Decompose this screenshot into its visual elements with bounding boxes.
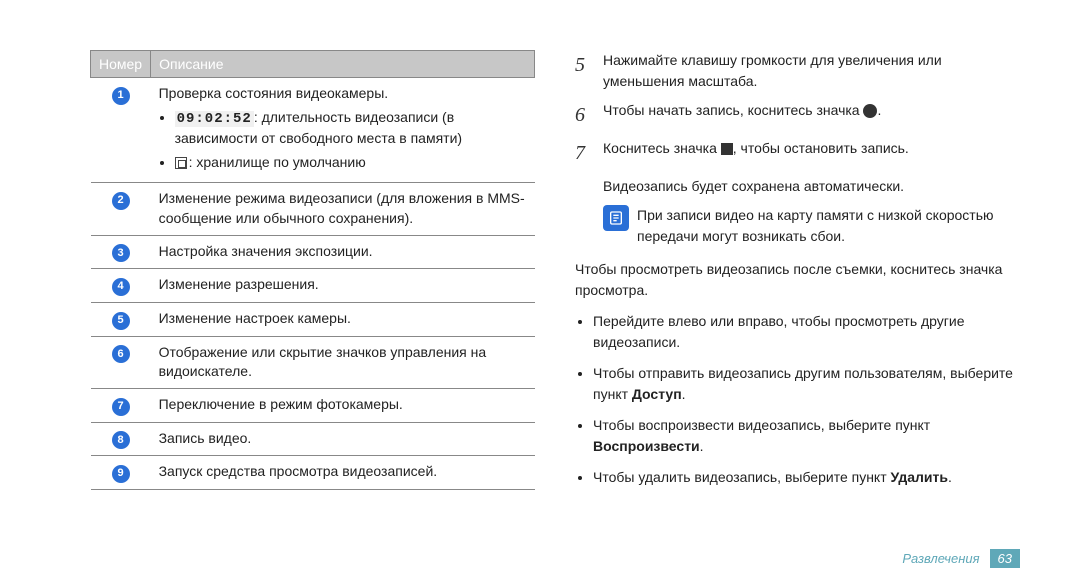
bullet3-bold: Воспроизвести [593,438,700,454]
step6-text-a: Чтобы начать запись, коснитесь значка [603,102,863,118]
bullet4-a: Чтобы удалить видеозапись, выберите пунк… [593,469,891,485]
bullet2-bold: Доступ [632,386,682,402]
row-desc-4: Изменение разрешения. [151,269,535,303]
record-icon [863,104,877,118]
number-badge-7: 7 [112,398,130,416]
number-badge-5: 5 [112,312,130,330]
step-number-6: 6 [575,100,593,130]
row-desc-2: Изменение режима видеозаписи (для вложен… [151,183,535,235]
table-header-number: Номер [91,51,151,78]
row-number-cell: 8 [91,422,151,456]
row-number-cell: 9 [91,456,151,490]
row-desc-5: Изменение настроек камеры. [151,302,535,336]
step-7: 7 Коснитесь значка , чтобы остановить за… [575,138,1020,168]
row-number-cell: 1 [91,78,151,183]
stop-icon [721,143,733,155]
page-content: Номер Описание 1 Проверка состояния виде… [0,0,1080,586]
step-6: 6 Чтобы начать запись, коснитесь значка … [575,100,1020,130]
page-footer: Развлечения 63 [902,549,1020,568]
step6-text-b: . [877,102,881,118]
bullet4-c: . [948,469,952,485]
step-7-text: Коснитесь значка , чтобы остановить запи… [603,138,1020,168]
row-desc-7: Переключение в режим фотокамеры. [151,388,535,422]
bullet3-c: . [700,438,704,454]
recording-time-icon: 09:02:52 [175,111,254,127]
step7-text-a: Коснитесь значка [603,140,721,156]
bullet3-a: Чтобы воспроизвести видеозапись, выберит… [593,417,930,433]
right-column: 5 Нажимайте клавишу громкости для увелич… [575,50,1020,556]
row-desc-1: Проверка состояния видеокамеры. 09:02:52… [151,78,535,183]
footer-page-number: 63 [990,549,1020,568]
row1-title: Проверка состояния видеокамеры. [159,84,527,104]
bullet4-bold: Удалить [891,469,948,485]
number-badge-1: 1 [112,87,130,105]
storage-icon [175,157,187,169]
footer-category: Развлечения [902,551,979,566]
row-desc-9: Запуск средства просмотра видеозаписей. [151,456,535,490]
row1-bullet-2: : хранилище по умолчанию [175,153,527,173]
after-note-text: Чтобы просмотреть видеозапись после съем… [575,259,1020,301]
step7-text-b: , чтобы остановить запись. [733,140,909,156]
row-number-cell: 5 [91,302,151,336]
bullets-list: Перейдите влево или вправо, чтобы просмо… [575,311,1020,488]
step-7-sub: Видеозапись будет сохранена автоматическ… [603,176,1020,197]
note-box: При записи видео на карту памяти с низко… [603,205,1020,247]
number-badge-3: 3 [112,244,130,262]
bullet-2: Чтобы отправить видеозапись другим польз… [593,363,1020,405]
row-number-cell: 7 [91,388,151,422]
note-icon [603,205,629,231]
row-number-cell: 3 [91,235,151,269]
row-number-cell: 2 [91,183,151,235]
row1-bullet2-text: : хранилище по умолчанию [189,154,366,170]
step-number-5: 5 [575,50,593,92]
row-desc-8: Запись видео. [151,422,535,456]
step-6-text: Чтобы начать запись, коснитесь значка . [603,100,1020,130]
table-header-description: Описание [151,51,535,78]
note-text: При записи видео на карту памяти с низко… [637,205,1020,247]
left-column: Номер Описание 1 Проверка состояния виде… [90,50,535,556]
bullet-3: Чтобы воспроизвести видеозапись, выберит… [593,415,1020,457]
step-number-7: 7 [575,138,593,168]
number-badge-2: 2 [112,192,130,210]
step-5: 5 Нажимайте клавишу громкости для увелич… [575,50,1020,92]
row1-bullet-1: 09:02:52: длительность видеозаписи (в за… [175,108,527,149]
row-number-cell: 6 [91,336,151,388]
bullet2-c: . [682,386,686,402]
step-5-text: Нажимайте клавишу громкости для увеличен… [603,50,1020,92]
row-desc-3: Настройка значения экспозиции. [151,235,535,269]
number-badge-9: 9 [112,465,130,483]
bullet-1: Перейдите влево или вправо, чтобы просмо… [593,311,1020,353]
number-badge-8: 8 [112,431,130,449]
row-desc-6: Отображение или скрытие значков управлен… [151,336,535,388]
number-badge-6: 6 [112,345,130,363]
number-badge-4: 4 [112,278,130,296]
row-number-cell: 4 [91,269,151,303]
bullet-4: Чтобы удалить видеозапись, выберите пунк… [593,467,1020,488]
reference-table: Номер Описание 1 Проверка состояния виде… [90,50,535,490]
